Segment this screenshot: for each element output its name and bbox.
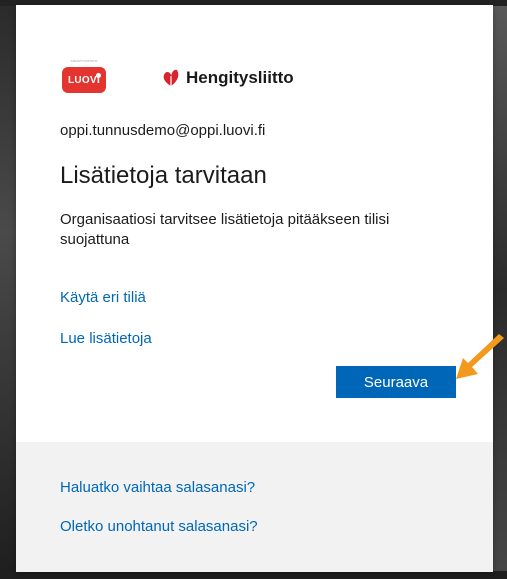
forgot-password-link[interactable]: Oletko unohtanut salasanasi? [60,518,258,535]
background-right [493,0,507,579]
background-bottom [0,571,507,579]
learn-more-link[interactable]: Lue lisätietoja [60,330,152,347]
hengitysliitto-leaf-icon [163,69,179,86]
sign-in-card: AMMATTIOPISTO LUOVI Hengitysliitto oppi.… [16,5,493,572]
page-title: Lisätietoja tarvitaan [60,162,267,189]
hengitysliitto-logo-text: Hengitysliitto [186,68,294,87]
luovi-logo-badge: LUOVI [62,67,106,93]
account-email: oppi.tunnusdemo@oppi.luovi.fi [60,122,266,139]
pointer-arrow-icon [456,334,504,379]
luovi-logo-caption: AMMATTIOPISTO [70,59,98,63]
luovi-logo-dot [96,73,101,78]
use-another-account-link[interactable]: Käytä eri tiliä [60,289,146,306]
luovi-logo: AMMATTIOPISTO LUOVI [60,59,108,97]
footer-panel [16,442,493,572]
organization-logos: AMMATTIOPISTO LUOVI Hengitysliitto [60,58,294,98]
page-description: Organisaatiosi tarvitsee lisätietoja pit… [60,211,390,248]
hengitysliitto-logo: Hengitysliitto [160,68,294,88]
next-button[interactable]: Seuraava [336,366,456,398]
background-left [0,0,16,579]
change-password-link[interactable]: Haluatko vaihtaa salasanasi? [60,479,255,496]
